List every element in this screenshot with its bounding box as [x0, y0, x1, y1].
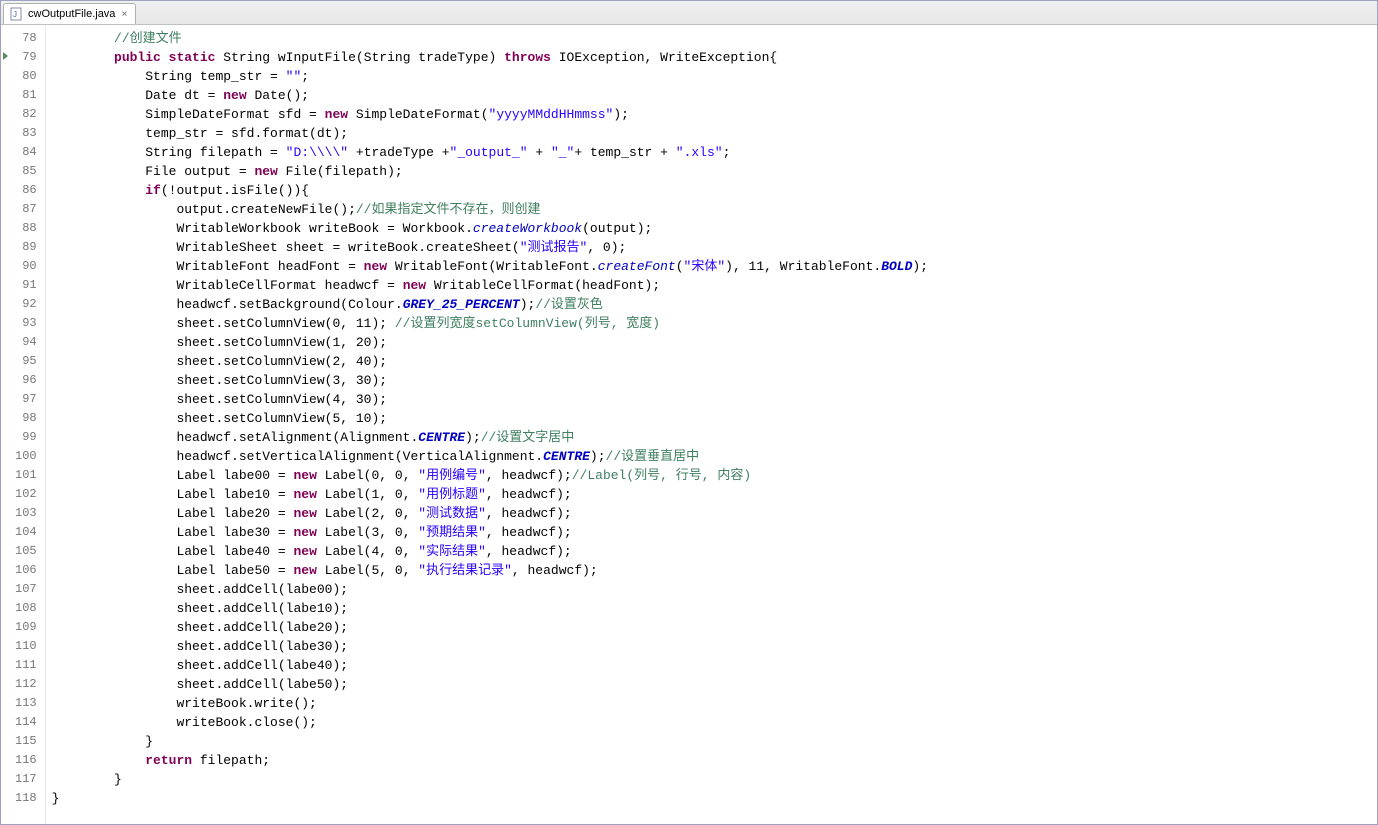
line-number: 84 [15, 143, 37, 162]
code-line[interactable]: headwcf.setAlignment(Alignment.CENTRE);/… [52, 428, 928, 447]
code-line[interactable]: headwcf.setBackground(Colour.GREY_25_PER… [52, 295, 928, 314]
java-file-icon: J [10, 7, 24, 21]
code-line[interactable]: headwcf.setVerticalAlignment(VerticalAli… [52, 447, 928, 466]
code-line[interactable]: sheet.addCell(labe50); [52, 675, 928, 694]
code-line[interactable]: sheet.addCell(labe40); [52, 656, 928, 675]
line-number: 83 [15, 124, 37, 143]
line-number: 106 [15, 561, 37, 580]
line-number: 99 [15, 428, 37, 447]
line-number: 110 [15, 637, 37, 656]
code-line[interactable]: writeBook.close(); [52, 713, 928, 732]
line-number: 86 [15, 181, 37, 200]
line-number: 107 [15, 580, 37, 599]
line-number: 78 [15, 29, 37, 48]
code-line[interactable]: output.createNewFile();//如果指定文件不存在，则创建 [52, 200, 928, 219]
line-number: 112 [15, 675, 37, 694]
line-number: 94 [15, 333, 37, 352]
code-line[interactable]: sheet.setColumnView(1, 20); [52, 333, 928, 352]
code-line[interactable]: sheet.addCell(labe00); [52, 580, 928, 599]
code-line[interactable]: } [52, 789, 928, 808]
code-line[interactable]: } [52, 732, 928, 751]
close-icon[interactable]: × [119, 9, 129, 20]
code-line[interactable]: return filepath; [52, 751, 928, 770]
code-line[interactable]: Label labe10 = new Label(1, 0, "用例标题", h… [52, 485, 928, 504]
code-line[interactable]: WritableCellFormat headwcf = new Writabl… [52, 276, 928, 295]
line-number: 79 [15, 48, 37, 67]
code-line[interactable]: WritableFont headFont = new WritableFont… [52, 257, 928, 276]
override-marker-icon [3, 52, 8, 60]
line-number: 91 [15, 276, 37, 295]
line-number: 80 [15, 67, 37, 86]
line-number: 104 [15, 523, 37, 542]
line-number: 90 [15, 257, 37, 276]
line-number: 117 [15, 770, 37, 789]
code-line[interactable]: WritableWorkbook writeBook = Workbook.cr… [52, 219, 928, 238]
line-number: 115 [15, 732, 37, 751]
line-number: 105 [15, 542, 37, 561]
code-line[interactable]: public static String wInputFile(String t… [52, 48, 928, 67]
code-line[interactable]: Label labe30 = new Label(3, 0, "预期结果", h… [52, 523, 928, 542]
code-line[interactable]: sheet.addCell(labe10); [52, 599, 928, 618]
code-line[interactable]: writeBook.write(); [52, 694, 928, 713]
code-line[interactable]: temp_str = sfd.format(dt); [52, 124, 928, 143]
line-number: 113 [15, 694, 37, 713]
code-line[interactable]: sheet.setColumnView(5, 10); [52, 409, 928, 428]
file-tab[interactable]: J cwOutputFile.java × [3, 3, 136, 24]
line-number: 116 [15, 751, 37, 770]
svg-text:J: J [13, 10, 17, 19]
code-line[interactable]: Label labe50 = new Label(5, 0, "执行结果记录",… [52, 561, 928, 580]
line-number: 108 [15, 599, 37, 618]
line-number: 102 [15, 485, 37, 504]
code-line[interactable]: if(!output.isFile()){ [52, 181, 928, 200]
code-line[interactable]: SimpleDateFormat sfd = new SimpleDateFor… [52, 105, 928, 124]
line-number: 87 [15, 200, 37, 219]
code-line[interactable]: File output = new File(filepath); [52, 162, 928, 181]
line-number: 93 [15, 314, 37, 333]
line-number: 101 [15, 466, 37, 485]
tab-filename: cwOutputFile.java [28, 8, 115, 20]
code-line[interactable]: sheet.setColumnView(4, 30); [52, 390, 928, 409]
line-number: 85 [15, 162, 37, 181]
line-number: 118 [15, 789, 37, 808]
line-number: 103 [15, 504, 37, 523]
code-line[interactable]: Label labe20 = new Label(2, 0, "测试数据", h… [52, 504, 928, 523]
code-line[interactable]: sheet.setColumnView(2, 40); [52, 352, 928, 371]
code-line[interactable]: String filepath = "D:\\\\" +tradeType +"… [52, 143, 928, 162]
code-line[interactable]: Label labe40 = new Label(4, 0, "实际结果", h… [52, 542, 928, 561]
code-line[interactable]: sheet.setColumnView(0, 11); //设置列宽度setCo… [52, 314, 928, 333]
code-line[interactable]: sheet.setColumnView(3, 30); [52, 371, 928, 390]
line-number: 95 [15, 352, 37, 371]
code-line[interactable]: //创建文件 [52, 29, 928, 48]
line-number: 89 [15, 238, 37, 257]
line-number: 92 [15, 295, 37, 314]
line-number: 109 [15, 618, 37, 637]
line-number: 114 [15, 713, 37, 732]
line-number: 96 [15, 371, 37, 390]
code-line[interactable]: WritableSheet sheet = writeBook.createSh… [52, 238, 928, 257]
code-line[interactable]: sheet.addCell(labe30); [52, 637, 928, 656]
line-number-gutter: 7879808182838485868788899091929394959697… [1, 25, 46, 824]
code-line[interactable]: String temp_str = ""; [52, 67, 928, 86]
code-area[interactable]: //创建文件 public static String wInputFile(S… [46, 25, 928, 824]
editor-tab-bar: J cwOutputFile.java × [1, 1, 1377, 25]
line-number: 100 [15, 447, 37, 466]
line-number: 88 [15, 219, 37, 238]
code-line[interactable]: Date dt = new Date(); [52, 86, 928, 105]
code-line[interactable]: Label labe00 = new Label(0, 0, "用例编号", h… [52, 466, 928, 485]
line-number: 81 [15, 86, 37, 105]
line-number: 97 [15, 390, 37, 409]
code-line[interactable]: sheet.addCell(labe20); [52, 618, 928, 637]
line-number: 82 [15, 105, 37, 124]
code-editor[interactable]: 7879808182838485868788899091929394959697… [1, 25, 1377, 824]
line-number: 111 [15, 656, 37, 675]
code-line[interactable]: } [52, 770, 928, 789]
line-number: 98 [15, 409, 37, 428]
